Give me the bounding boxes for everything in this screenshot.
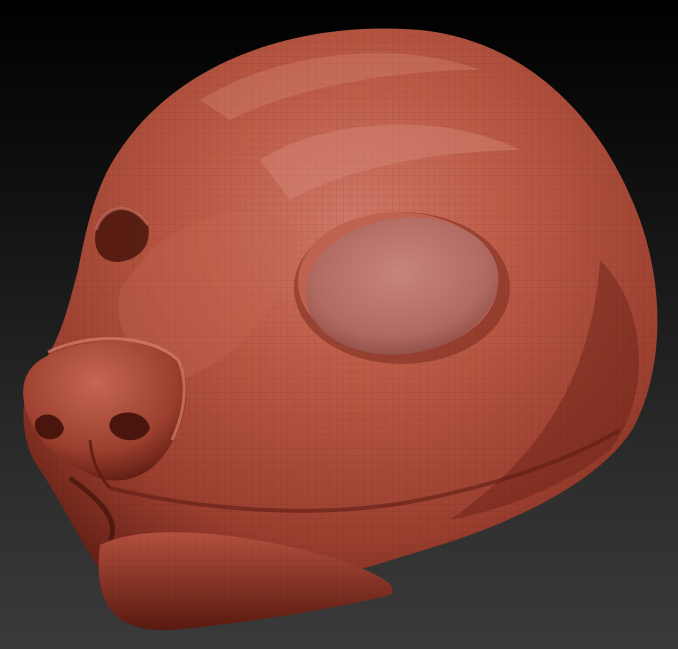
3d-viewport[interactable] [0,0,678,649]
sculpt-render [23,28,658,631]
